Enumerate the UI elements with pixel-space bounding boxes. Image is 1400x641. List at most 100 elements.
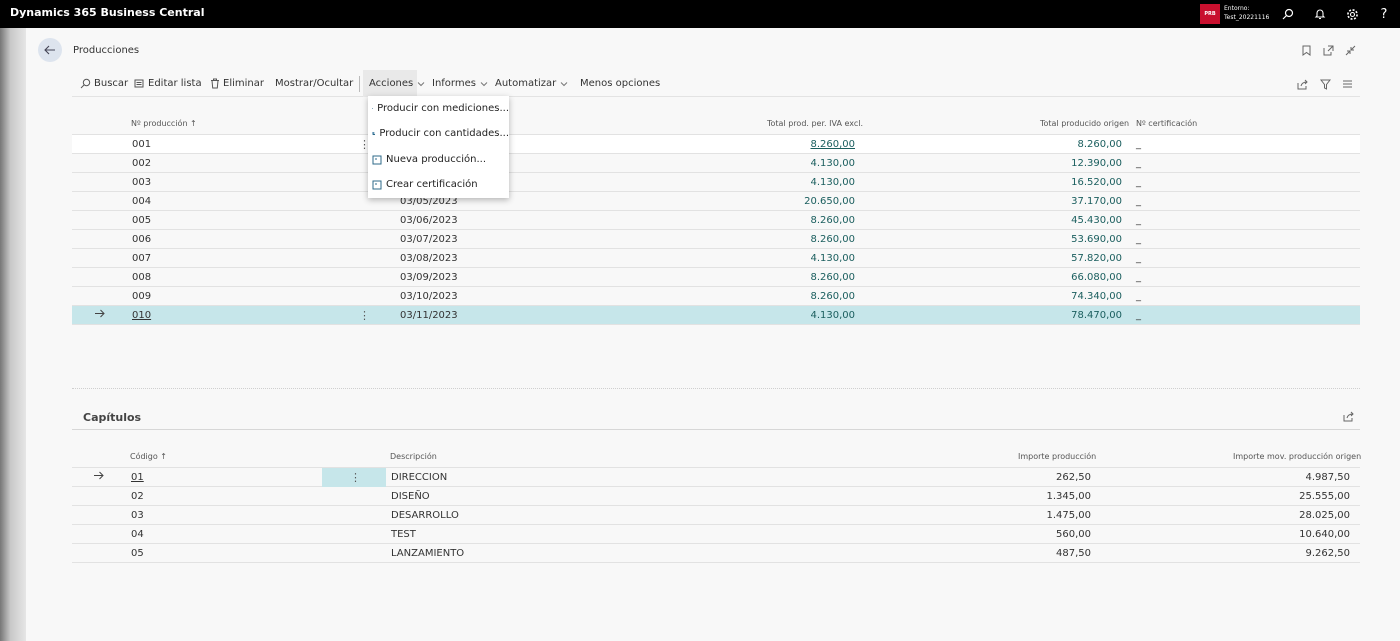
total-origin: 53.690,00: [1071, 234, 1122, 245]
table-row[interactable]: 004 03/05/2023 20.650,00 37.170,00 _: [72, 192, 1360, 211]
table-row[interactable]: 03 DESARROLLO 1.475,00 28.025,00: [72, 506, 1360, 525]
table-row[interactable]: 002 4.130,00 12.390,00 _: [72, 154, 1360, 173]
table-row[interactable]: 04 TEST 560,00 10.640,00: [72, 525, 1360, 544]
back-button[interactable]: [38, 38, 62, 62]
column-header-number[interactable]: Nº producción ↑: [131, 119, 197, 128]
certification: _: [1136, 291, 1141, 302]
total-prod: 4.130,00: [810, 158, 855, 169]
certification: _: [1136, 196, 1141, 207]
column-header-description[interactable]: Descripción: [390, 452, 437, 461]
section-divider: [72, 429, 1360, 430]
app-title[interactable]: Dynamics 365 Business Central: [10, 6, 204, 19]
create-certification-item[interactable]: Crear certificación: [368, 172, 509, 197]
total-origin: 78.470,00: [1071, 310, 1122, 321]
chapter-description: DISEÑO: [391, 491, 430, 502]
table-row[interactable]: 005 03/06/2023 8.260,00 45.430,00 _: [72, 211, 1360, 230]
total-prod[interactable]: 8.260,00: [810, 139, 855, 150]
table-row[interactable]: 001 ⋮ 8.260,00 8.260,00 _: [72, 135, 1360, 154]
total-prod: 4.130,00: [810, 310, 855, 321]
row-menu-icon[interactable]: ⋮: [359, 309, 370, 322]
bell-icon[interactable]: [1310, 4, 1330, 24]
document-icon: [372, 180, 382, 189]
delete-action[interactable]: Eliminar: [210, 78, 264, 89]
environment-badge[interactable]: PRB: [1200, 4, 1220, 24]
chevron-down-icon: [560, 81, 568, 86]
table-row[interactable]: 009 03/10/2023 8.260,00 74.340,00 _: [72, 287, 1360, 306]
chapter-amount-origin: 25.555,00: [1299, 491, 1350, 502]
splitter[interactable]: [72, 388, 1360, 389]
chapter-amount-origin: 10.640,00: [1299, 529, 1350, 540]
collapse-icon[interactable]: [1343, 43, 1357, 57]
show-hide-action[interactable]: Mostrar/Ocultar: [275, 78, 353, 89]
table-row[interactable]: 003 4.130,00 16.520,00 _: [72, 173, 1360, 192]
search-action[interactable]: Buscar: [80, 78, 128, 89]
chapter-code[interactable]: 01: [131, 472, 144, 483]
environment-label[interactable]: Entorno: Test_20221116: [1224, 4, 1269, 22]
acciones-menu[interactable]: Acciones: [369, 78, 425, 89]
column-header-certification[interactable]: Nº certificación: [1136, 119, 1197, 128]
table-row[interactable]: 02 DISEÑO 1.345,00 25.555,00: [72, 487, 1360, 506]
certification: _: [1136, 310, 1141, 321]
certification: _: [1136, 177, 1141, 188]
top-bar: Dynamics 365 Business Central PRB Entorn…: [0, 0, 1400, 28]
dropdown-item-label: Crear certificación: [386, 179, 478, 190]
action-bar: Buscar Editar lista Eliminar Mostrar/Ocu…: [72, 70, 1360, 97]
production-number[interactable]: 007: [132, 253, 151, 264]
column-header-code[interactable]: Código ↑: [130, 452, 167, 461]
production-number[interactable]: 004: [132, 196, 151, 207]
search-label: Buscar: [94, 78, 129, 89]
gear-icon[interactable]: [1342, 4, 1362, 24]
production-date: 03/07/2023: [400, 234, 458, 245]
column-header-amount[interactable]: Importe producción: [1018, 452, 1096, 461]
chapter-code[interactable]: 04: [131, 529, 144, 540]
production-number[interactable]: 008: [132, 272, 151, 283]
share-icon[interactable]: [1296, 77, 1310, 91]
edit-list-action[interactable]: Editar lista: [134, 78, 202, 89]
filter-icon[interactable]: [1318, 77, 1332, 91]
produce-with-quantities-item[interactable]: Producir con cantidades...: [368, 121, 509, 146]
chapter-code[interactable]: 02: [131, 491, 144, 502]
table-row-selected[interactable]: 010 ⋮ 03/11/2023 4.130,00 78.470,00 _: [72, 306, 1360, 325]
total-prod: 8.260,00: [810, 272, 855, 283]
table-row[interactable]: 008 03/09/2023 8.260,00 66.080,00 _: [72, 268, 1360, 287]
production-number[interactable]: 003: [132, 177, 151, 188]
automatizar-menu[interactable]: Automatizar: [495, 78, 568, 89]
column-header-total-origin[interactable]: Total producido origen: [1040, 119, 1129, 128]
production-number[interactable]: 005: [132, 215, 151, 226]
edit-list-label: Editar lista: [148, 78, 202, 89]
production-number[interactable]: 001: [132, 139, 151, 150]
fewer-options-button[interactable]: Menos opciones: [580, 78, 660, 89]
total-prod: 4.130,00: [810, 177, 855, 188]
column-header-amount-origin[interactable]: Importe mov. producción origen: [1233, 452, 1361, 461]
chapter-amount: 487,50: [1056, 548, 1091, 559]
share-icon[interactable]: [1342, 409, 1356, 423]
list-view-icon[interactable]: [1340, 77, 1354, 91]
row-menu-icon[interactable]: ⋮: [350, 471, 361, 484]
chapter-description: DIRECCION: [391, 472, 448, 483]
table-row[interactable]: 05 LANZAMIENTO 487,50 9.262,50: [72, 544, 1360, 563]
bookmark-icon[interactable]: [1299, 43, 1313, 57]
help-icon[interactable]: ?: [1374, 4, 1394, 24]
chapter-code[interactable]: 05: [131, 548, 144, 559]
column-header-total-prod[interactable]: Total prod. per. IVA excl.: [767, 119, 863, 128]
total-origin: 66.080,00: [1071, 272, 1122, 283]
production-number[interactable]: 010: [132, 310, 151, 321]
produce-with-measurements-item[interactable]: Producir con mediciones...: [368, 96, 509, 121]
row-selected-arrow-icon: [94, 309, 105, 321]
table-row[interactable]: 006 03/07/2023 8.260,00 53.690,00 _: [72, 230, 1360, 249]
table-row-selected[interactable]: 01 ⋮ DIRECCION 262,50 4.987,50: [72, 468, 1360, 487]
left-rail: [0, 28, 26, 641]
production-date: 03/08/2023: [400, 253, 458, 264]
fewer-options-label: Menos opciones: [580, 78, 661, 89]
new-production-item[interactable]: Nueva producción...: [368, 147, 509, 172]
chapter-code[interactable]: 03: [131, 510, 144, 521]
total-prod: 8.260,00: [810, 234, 855, 245]
production-number[interactable]: 006: [132, 234, 151, 245]
certification: _: [1136, 272, 1141, 283]
search-icon[interactable]: [1278, 4, 1298, 24]
production-number[interactable]: 002: [132, 158, 151, 169]
production-number[interactable]: 009: [132, 291, 151, 302]
table-row[interactable]: 007 03/08/2023 4.130,00 57.820,00 _: [72, 249, 1360, 268]
open-new-window-icon[interactable]: [1321, 43, 1335, 57]
informes-menu[interactable]: Informes: [432, 78, 488, 89]
